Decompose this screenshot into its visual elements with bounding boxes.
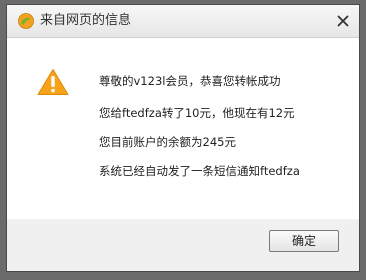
message-line: 您目前账户的余额为245元 [99,135,236,149]
message-line: 您给ftedfza转了10元，他现在有12元 [99,106,295,120]
alert-dialog: 来自网页的信息 尊敬的v123l会员，恭喜您转帐成功 您给ftedfza转了10… [6,4,360,272]
ok-button[interactable]: 确定 [269,230,339,252]
dialog-title: 来自网页的信息 [40,13,132,28]
message-area: 尊敬的v123l会员，恭喜您转帐成功 您给ftedfza转了10元，他现在有12… [7,38,359,219]
warning-triangle-icon [37,69,69,95]
title-bar: 来自网页的信息 [7,5,359,38]
button-bar: 确定 [7,220,359,271]
browser-logo-icon [18,13,34,29]
message-line: 尊敬的v123l会员，恭喜您转帐成功 [99,74,281,88]
close-icon[interactable] [335,13,351,29]
message-line: 系统已经自动发了一条短信通知ftedfza [99,164,300,178]
